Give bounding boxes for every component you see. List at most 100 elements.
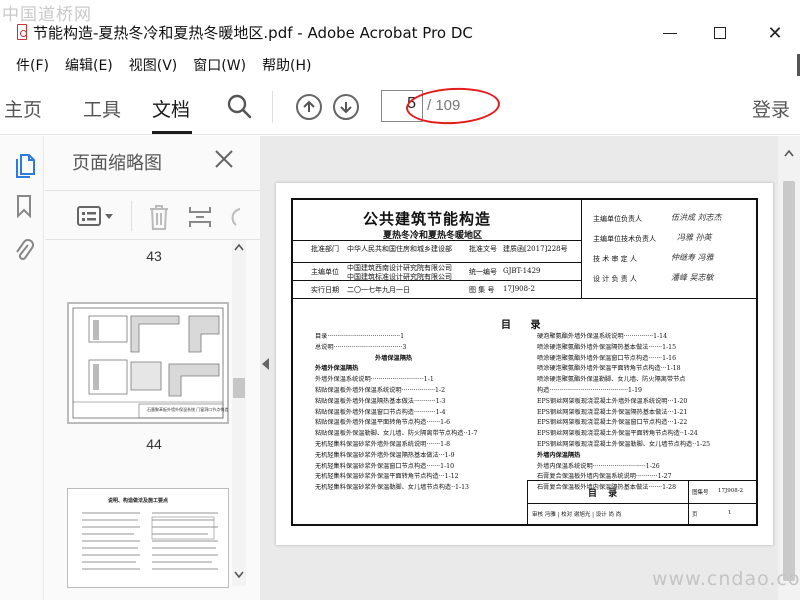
menu-view[interactable]: 视图(V)	[129, 55, 178, 75]
footer-divider	[528, 503, 757, 504]
toc-entry: 外墙外保温隔热	[315, 365, 359, 373]
maximize-button[interactable]	[700, 18, 740, 48]
thumbnail-page-44[interactable]: 石墨聚苯板外墙外保温系统 门窗洞口节点构造	[67, 302, 229, 424]
menu-file[interactable]: 件(F)	[16, 55, 49, 75]
footer-atlas-value: 17J908-2	[718, 488, 744, 494]
thumbnail-label-43: 43	[146, 248, 162, 264]
panel-toolbar	[45, 190, 260, 240]
menu-edit[interactable]: 编辑(E)	[65, 55, 113, 75]
collapse-panel-icon[interactable]	[262, 358, 269, 370]
doc-no-value: 建质函[2017]228号	[503, 245, 568, 253]
title-bar: 中国道桥网 节能构造-夏热冬冷和夏热冬暖地区.pdf - Adobe Acrob…	[0, 0, 800, 50]
toc-entry: 目录·····································1	[315, 333, 405, 340]
scroll-down-icon[interactable]	[233, 570, 245, 580]
signature-1: 伍洪成 刘志杰	[671, 213, 722, 222]
toc-entry: EPS钢丝网架板现浇混凝土外保温平面转角节点构造··1-24	[537, 430, 698, 438]
thumbnail-scrollbar[interactable]	[232, 240, 246, 586]
toc-entry: EPS钢丝网架板现浇混凝土外墙外保温系统说明···1-20	[537, 397, 688, 405]
close-panel-icon[interactable]	[213, 148, 235, 170]
signature-2: 冯雅 孙英	[677, 233, 712, 242]
footer-review-row: 审核 冯雅 | 校对 谢旭光 | 设计 尚 尚	[532, 512, 622, 518]
title-block: 公共建筑节能构造 夏热冬冷和夏热冬暖地区 批准部门 中华人民共和国住房和城乡建设…	[293, 200, 756, 299]
toc-entry: 外墙内保温系统说明···························1-26	[537, 462, 660, 470]
insert-page-icon[interactable]	[188, 203, 212, 231]
role-4: 设 计 负 责 人	[593, 275, 637, 283]
toc-entry: EPS钢丝网架板现浇混凝土外保温隔热基本做法···1-21	[537, 408, 688, 416]
bookmark-icon[interactable]	[16, 194, 32, 218]
toc-entry: 粘贴保温板外墙外保温平面转角节点构造·······1-6	[315, 419, 451, 427]
panel-title: 页面缩略图	[72, 153, 162, 174]
toc-entry: 粘贴保温板外墙外保温窗口节点构造···········1-4	[315, 408, 446, 416]
signature-4: 潘峰 吴志敏	[671, 273, 714, 282]
meta-line	[293, 240, 581, 241]
page-thumbnails-icon[interactable]	[14, 152, 36, 178]
menu-help[interactable]: 帮助(H)	[262, 55, 311, 75]
tab-document[interactable]: 文档	[152, 95, 190, 122]
window-title: 节能构造-夏热冬冷和夏热冬暖地区.pdf - Adobe Acrobat Pro…	[33, 24, 473, 42]
menu-window[interactable]: 窗口(W)	[193, 55, 246, 75]
toc-entry: 粘贴保温板外墙外保温隔热基本做法···········1-3	[315, 397, 446, 405]
arrow-up-icon	[303, 100, 315, 112]
toc-entry: 无机轻集料保温砂浆外保温勒脚、女儿墙节点构造··1-13	[315, 484, 469, 492]
tab-home[interactable]: 主页	[4, 95, 42, 122]
trash-icon[interactable]	[147, 203, 171, 231]
toolbar-separator	[272, 91, 273, 123]
thumbnail-drawing	[72, 307, 224, 419]
toc-entry: 无机轻集料保温砂浆外墙外保温系统说明·······1-8	[315, 440, 451, 448]
toc-entry: 喷涂硬泡聚氨酯外保温勒脚、女儿墙、防火隔离带节点	[537, 376, 686, 384]
maximize-icon	[714, 27, 726, 39]
thumbnail-label-44: 44	[146, 436, 162, 452]
thumbnail-page-45[interactable]: 说明、构造做法及施工要点	[67, 488, 229, 588]
thumbnail-caption-44: 石墨聚苯板外墙外保温系统 门窗洞口节点构造	[147, 407, 229, 412]
next-page-button[interactable]	[333, 94, 359, 120]
document-scroll-thumb[interactable]	[783, 181, 795, 581]
previous-page-button[interactable]	[296, 94, 322, 120]
toc-entry: 粘贴保温板外墙外保温系统说明·················1-2	[315, 386, 446, 394]
thumbnail-scroll-thumb[interactable]	[233, 378, 245, 398]
thumbnail-options-icon[interactable]	[77, 205, 115, 227]
editor-value-2: 中国建筑标准设计研究院有限公司	[347, 273, 452, 281]
toc-entry: EPS钢丝网架板现浇混凝土外保温窗口节点构造···1-22	[537, 419, 688, 427]
doc-scroll-up-icon[interactable]	[783, 148, 795, 158]
role-1: 主编单位负责人	[593, 215, 642, 223]
tab-tools[interactable]: 工具	[83, 95, 121, 122]
footer-page-label: 页	[692, 512, 698, 518]
toc-entry: 无机轻集料保温砂浆外保温平面转角节点构造···1-12	[315, 473, 459, 481]
toc-entry: 无机轻集料保温砂浆外保温窗口节点构造·······1-10	[315, 462, 455, 470]
toc-left-column: 目录·····································1…	[315, 332, 477, 494]
toc-entry: 喷涂硬泡聚氨酯外墙外保温窗口节点构造·······1-16	[537, 354, 677, 362]
atlas-value: 17J908-2	[503, 285, 535, 293]
toc-entry: 粘贴保温板外保温勒脚、女儿墙、防火隔离带节点构造··1-7	[315, 430, 478, 438]
dept-value: 中华人民共和国住房和城乡建设部	[347, 245, 452, 253]
doc-no-label: 批准文号	[469, 245, 497, 253]
title-block-divider	[581, 200, 582, 299]
document-title: 公共建筑节能构造	[363, 210, 492, 228]
footer-title: 目 录	[588, 489, 622, 499]
atlas-label: 图 集 号	[469, 286, 495, 294]
footer-page-value: 1	[728, 510, 732, 516]
toc-entry: 外墙外保温系统说明···························1-1	[315, 376, 434, 384]
watermark-bottom: www.cndao.com	[652, 568, 800, 590]
date-label: 实行日期	[311, 286, 339, 294]
arrow-down-icon	[340, 102, 352, 114]
footer-atlas-label: 图集号	[692, 490, 709, 496]
date-value: 二〇一七年九月一日	[347, 286, 410, 294]
toc-right-column: 硬泡聚氨酯外墙外保温系统说明···············1-14 喷涂硬泡聚氨酯…	[537, 332, 710, 494]
toc-entry: 硬泡聚氨酯外墙外保温系统说明···············1-14	[537, 333, 668, 340]
unified-label: 统一编号	[469, 268, 497, 276]
menu-bar: 件(F) 编辑(E) 视图(V) 窗口(W) 帮助(H)	[0, 52, 800, 78]
attachment-icon[interactable]	[14, 238, 34, 264]
search-icon[interactable]	[226, 93, 252, 119]
unified-value: GJBT-1429	[503, 267, 541, 275]
login-button[interactable]: 登录	[752, 95, 790, 122]
document-scrollbar[interactable]	[778, 136, 800, 600]
toc-entry: 喷涂硬泡聚氨酯外墙外保温平面转角节点构造···1-18	[537, 365, 681, 373]
toc-entry: 外墙内保温隔热	[537, 451, 581, 459]
footer-block: 目 录 图集号 17J908-2 审核 冯雅 | 校对 谢旭光 | 设计 尚 尚…	[527, 480, 757, 525]
rotate-icon[interactable]	[228, 205, 242, 229]
toc-entry: 无机轻集料保温砂浆外墙外保温隔热基本做法···1-9	[315, 451, 455, 459]
signature-3: 仲继寿 冯雅	[671, 253, 714, 262]
close-window-button[interactable]: ✕	[755, 18, 795, 48]
minimize-button[interactable]	[650, 18, 690, 48]
scroll-up-icon[interactable]	[233, 242, 245, 252]
